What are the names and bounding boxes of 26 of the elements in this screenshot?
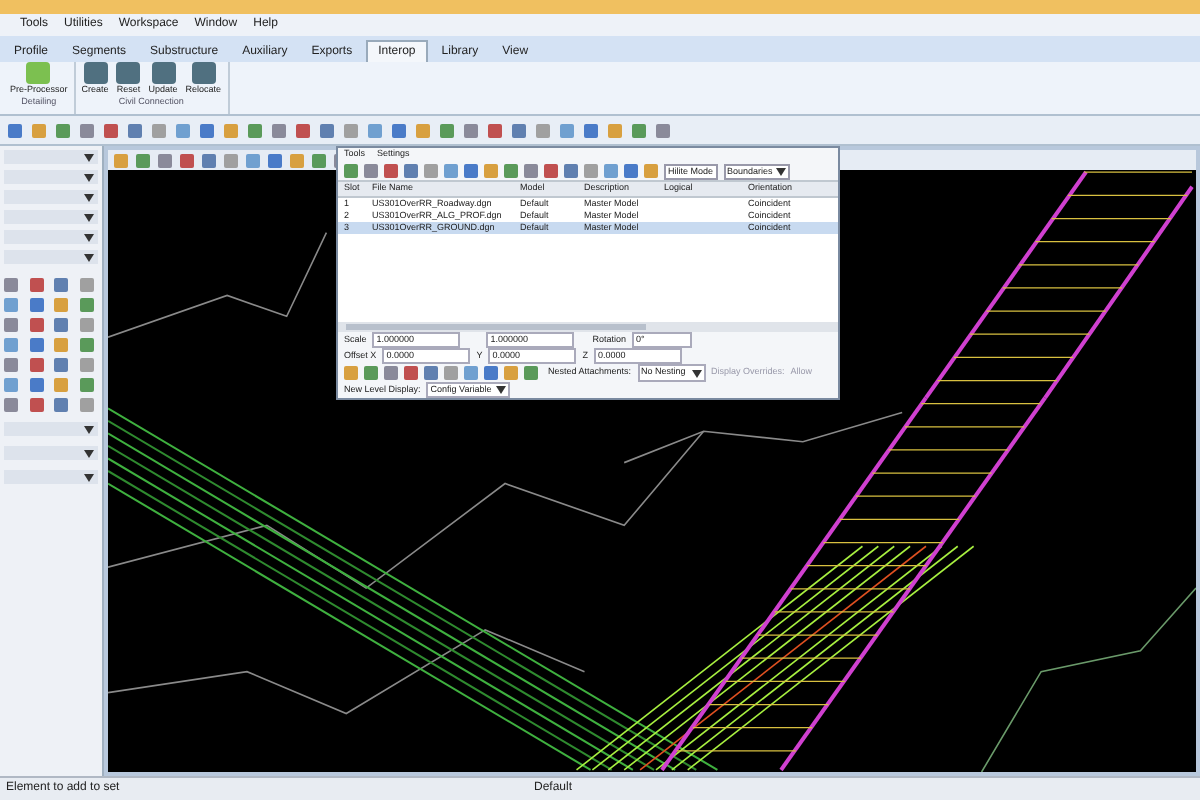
caret-icon xyxy=(84,173,94,181)
panel-dropdown[interactable] xyxy=(4,210,98,224)
caret-icon xyxy=(84,473,94,481)
caret-icon xyxy=(84,213,94,221)
ribbon-icon xyxy=(116,62,141,84)
caret-icon xyxy=(84,449,94,457)
ribbon-icon xyxy=(26,62,51,84)
caret-icon xyxy=(84,253,94,261)
panel-dropdown[interactable] xyxy=(4,230,98,244)
ribbon-icon xyxy=(83,62,108,84)
caret-icon xyxy=(84,193,94,201)
panel-dropdown[interactable] xyxy=(4,170,98,184)
caret-icon xyxy=(84,233,94,241)
panel-dropdown[interactable] xyxy=(4,470,98,484)
panel-dropdown[interactable] xyxy=(4,422,98,436)
ribbon-icon xyxy=(151,62,176,84)
caret-icon xyxy=(495,386,506,394)
panel-dropdown[interactable] xyxy=(4,446,98,460)
panel-dropdown[interactable] xyxy=(4,190,98,204)
panel-dropdown[interactable] xyxy=(4,250,98,264)
horizontal-scrollbar[interactable] xyxy=(338,322,838,332)
panel-dropdown[interactable] xyxy=(4,150,98,164)
caret-icon xyxy=(84,425,94,433)
caret-icon xyxy=(84,153,94,161)
ribbon-icon xyxy=(191,62,216,84)
caret-icon xyxy=(691,369,702,377)
